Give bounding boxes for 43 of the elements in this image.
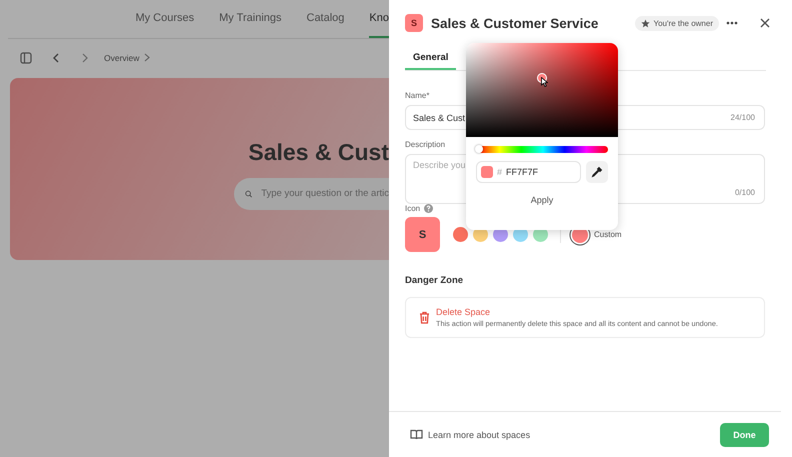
eyedropper-icon [591,166,603,178]
panel-title: Sales & Customer Service [431,16,600,30]
learn-more-link[interactable]: Learn more about spaces [428,430,530,440]
search-field[interactable]: Type your question or the artic [234,178,389,210]
character-counter: 0/100 [734,188,755,197]
saturation-area[interactable] [466,43,618,137]
section-heading: Danger Zone [405,275,464,286]
character-counter: 24/100 [730,113,755,122]
chevron-icon [144,53,150,62]
hex-input[interactable]: # FF7F7F [476,161,581,183]
book-icon [410,429,423,440]
back-icon[interactable] [52,52,60,62]
field-value: Sales & Cust [412,112,466,122]
color-preview [481,166,493,178]
cursor-icon [541,77,548,87]
placeholder-text: Describe you [412,160,466,170]
hue-slider[interactable] [478,146,608,153]
star-icon [640,18,650,28]
breadcrumb-item[interactable]: Overview [104,52,140,62]
color-swatch[interactable] [453,227,468,242]
help-icon[interactable] [424,204,434,213]
hero-title: Sales & Cust [248,138,389,166]
custom-label: Custom [594,230,622,239]
field-label: Name* [405,91,430,100]
trash-icon[interactable] [419,311,430,324]
tab[interactable]: General [405,47,456,70]
forward-icon[interactable] [81,52,89,62]
hue-handle[interactable] [475,145,483,153]
delete-space-link[interactable]: Delete Space [436,307,718,317]
sidebar-toggle-icon[interactable] [20,52,32,64]
eyedropper-button[interactable] [586,161,608,183]
owner-label: You're the owner [654,18,713,28]
field-label: Description [405,140,446,149]
icon-preview: S [405,217,440,252]
done-button[interactable]: Done [720,422,769,446]
nav-tab[interactable]: Catalog [306,0,344,38]
nav-tab[interactable]: My Trainings [219,0,282,38]
close-icon[interactable] [760,18,770,28]
field-label: Icon [405,204,420,213]
more-icon[interactable] [726,21,738,25]
apply-button[interactable]: Apply [524,194,560,206]
space-icon: S [405,14,423,32]
nav-tab[interactable]: My Courses [135,0,194,38]
